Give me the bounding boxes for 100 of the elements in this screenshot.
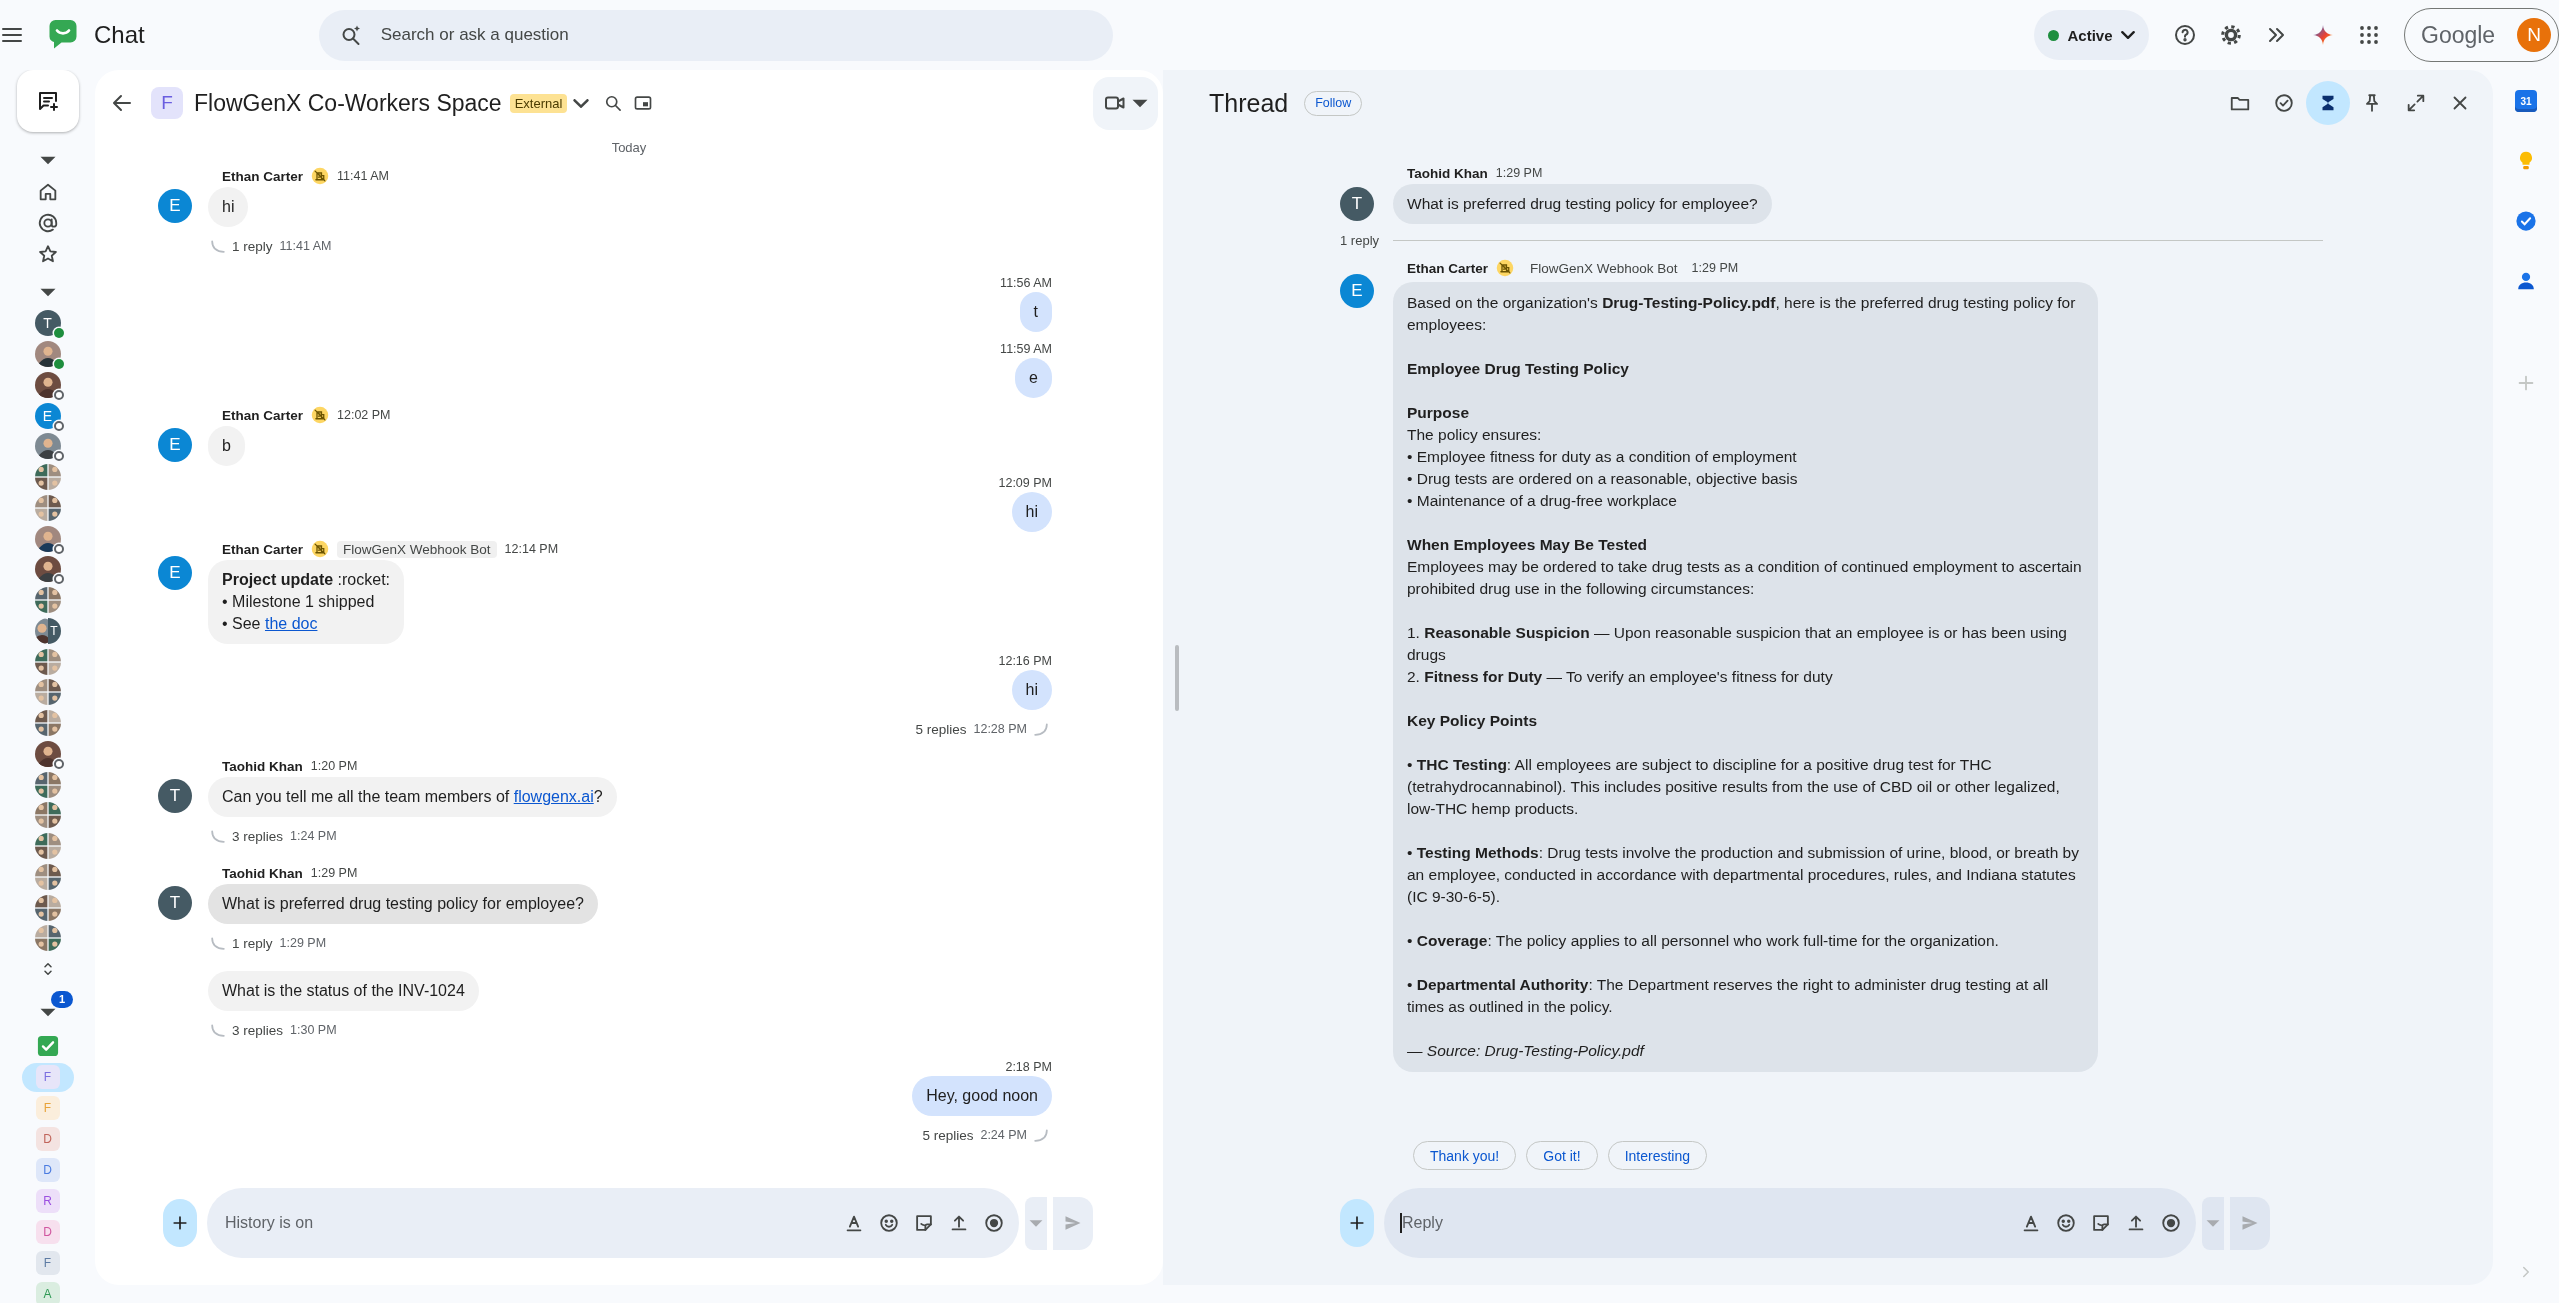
message-field[interactable]: History is on [207,1188,1019,1258]
replies-link[interactable]: 1 reply [232,238,273,254]
record-icon[interactable] [983,1212,1005,1234]
caret-icon[interactable] [38,155,57,166]
sticker-icon[interactable] [913,1212,935,1234]
message-text: 2. Fitness for Duty — To verify an employee's fitness for duty [1407,667,1834,687]
message-time: 12:09 PM [998,475,1052,492]
contact-avatar[interactable] [34,371,61,398]
new-chat-button[interactable] [16,70,79,132]
message-text: hi [1025,680,1038,700]
message-text: hi [222,197,235,217]
contact-avatar[interactable]: E [34,402,61,429]
add-button[interactable] [1340,1199,1374,1247]
quick-reply-chip[interactable]: Interesting [1607,1141,1707,1170]
contact-avatar[interactable] [34,341,61,368]
space-avatar: D [35,1158,60,1183]
caret-icon[interactable] [38,287,57,298]
reply-time: 12:28 PM [973,722,1027,736]
message-text: • Departmental Authority: The Department reserves the right to administer drug testing at all times as outlined in the policy. [1407,975,2050,1017]
replies-link[interactable]: 1 reply [232,935,273,951]
summary-button[interactable] [2306,81,2350,125]
space-item[interactable]: D [21,1155,74,1185]
help-icon[interactable] [2173,23,2197,47]
message-text: What is the status of the INV-1024 [222,981,465,1001]
group-avatar[interactable] [34,494,61,521]
person-icon[interactable] [2515,270,2537,292]
replies-link[interactable]: 5 replies [915,721,967,737]
contact-avatar[interactable] [34,556,61,583]
message-text: What is preferred drug testing policy for employee? [222,894,584,914]
space-avatar: D [35,1220,60,1245]
video-call-button[interactable] [1093,76,1158,130]
group-avatar[interactable] [34,587,61,614]
star-icon[interactable] [36,242,59,265]
sender-name: Taohid Khan [1407,165,1488,181]
space-item[interactable]: F [21,1248,74,1278]
link[interactable]: the doc [264,615,318,632]
message-time: 11:56 AM [1000,275,1052,292]
search-icon[interactable] [603,93,624,113]
calendar-icon[interactable]: 31 [2515,90,2537,112]
space-item[interactable]: D [21,1124,74,1154]
space-title[interactable]: FlowGenX Co-Workers Space [194,89,502,117]
space-item[interactable]: A [21,1279,74,1303]
search-field[interactable]: Search or ask a question [318,9,1113,61]
group-avatar[interactable] [34,802,61,829]
caret-icon[interactable] [39,1006,57,1018]
picture-in-picture-icon[interactable] [633,93,654,113]
space-item[interactable]: R [21,1186,74,1216]
message-field[interactable]: Reply [1384,1188,2196,1258]
user-avatar: E [158,428,192,462]
unread-badge: 1 [51,990,73,1008]
message-text: • Maintenance of a drug-free workplace [1407,491,1678,511]
quick-reply-chip[interactable]: Got it! [1526,1141,1598,1170]
group-avatar[interactable] [34,464,61,491]
record-icon[interactable] [2160,1212,2182,1234]
quick-reply-chip[interactable]: Thank you! [1413,1141,1517,1170]
emoji-icon[interactable] [2055,1212,2077,1234]
group-avatar[interactable] [34,648,61,675]
apps-icon[interactable] [2357,23,2381,47]
message-text: Can you tell me all the team members of flowgenx.ai? [222,787,603,807]
group-avatar[interactable] [34,833,61,860]
add-button[interactable] [163,1199,197,1247]
space-avatar: F [151,87,183,119]
reply-time: 1:24 PM [290,829,337,843]
group-avatar[interactable] [34,679,61,706]
sticker-icon[interactable] [2090,1212,2112,1234]
contact-avatar[interactable] [34,740,61,767]
link[interactable]: flowgenx.ai [513,788,594,805]
message-time: 1:20 PM [310,758,358,775]
message-time: 1:29 PM [1691,261,1739,275]
reply-curve-icon [1034,722,1048,736]
contact-avatar[interactable] [34,525,61,552]
status-button[interactable]: Active [2034,10,2149,60]
replies-link[interactable]: 3 replies [232,1022,284,1038]
group-avatar[interactable] [34,925,61,952]
settings-icon[interactable] [2219,23,2243,47]
message-text: • Milestone 1 shipped [222,592,376,612]
section-heading: Key Policy Points [1407,711,1539,731]
message-time: 12:14 PM [504,541,559,558]
message-text: b [222,436,231,456]
check-circle-icon[interactable] [2515,210,2537,232]
caret-icon[interactable] [573,98,590,108]
space-item[interactable]: D [21,1217,74,1247]
section-heading: Purpose [1407,403,1470,423]
group-avatar[interactable] [34,863,61,890]
message-text: e [1029,368,1038,388]
contact-avatar[interactable]: T [34,310,61,337]
replies-link[interactable]: 3 replies [232,828,284,844]
replies-link[interactable]: 5 replies [922,1127,974,1143]
contact-avatar[interactable] [34,433,61,460]
group-avatar[interactable] [34,894,61,921]
resize-handle[interactable] [1175,645,1179,711]
message-text: Employees may be ordered to take drug tests as a condition of continued employment to ascertain prohibited drug use in the following circumstances: [1407,557,2083,599]
group-avatar[interactable] [34,710,61,737]
space-item[interactable]: F [21,1062,74,1092]
emoji-icon[interactable] [878,1212,900,1234]
mentions-icon[interactable] [36,211,59,234]
message-bubble: What is preferred drug testing policy for employee? [1393,184,1772,224]
user-avatar: T [1340,187,1374,221]
group-avatar[interactable] [34,771,61,798]
message-text: • See the doc [222,614,319,634]
